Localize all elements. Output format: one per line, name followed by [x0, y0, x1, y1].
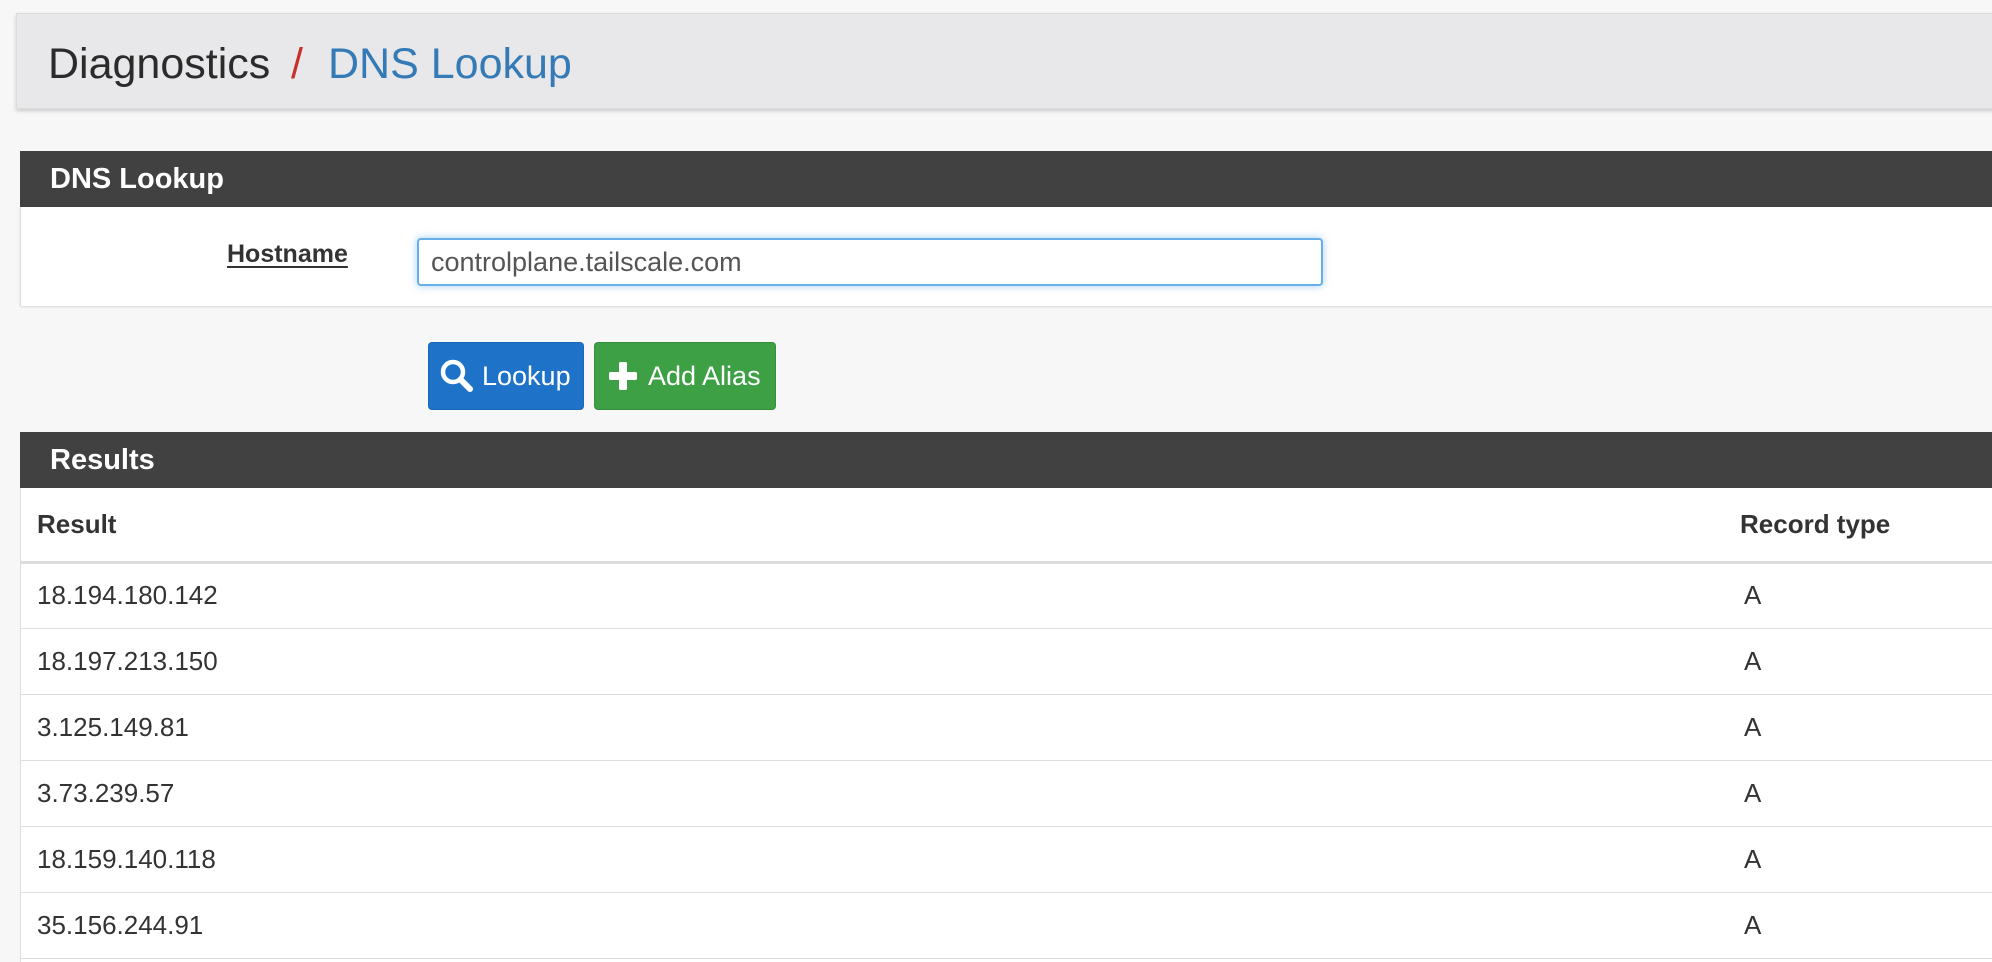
breadcrumb-parent[interactable]: Diagnostics: [48, 38, 270, 90]
table-row: 35.156.244.91 A: [21, 892, 1992, 959]
result-value: 35.156.244.91: [21, 892, 1740, 959]
result-value: 3.73.239.57: [21, 760, 1740, 827]
table-row: 18.159.140.118 A: [21, 826, 1992, 893]
column-header-result: Result: [21, 488, 1740, 564]
results-table: Result Record type 18.194.180.142 A 18.1…: [21, 488, 1992, 959]
add-alias-button[interactable]: Add Alias: [594, 342, 776, 410]
results-panel-body: Result Record type 18.194.180.142 A 18.1…: [20, 488, 1992, 962]
breadcrumb: Diagnostics / DNS Lookup: [16, 13, 1992, 109]
results-header-row: Result Record type: [21, 488, 1992, 564]
column-header-record-type: Record type: [1740, 488, 1992, 564]
lookup-button-label: Lookup: [482, 360, 571, 391]
record-type-value: A: [1740, 628, 1992, 695]
dns-lookup-panel-body: Hostname: [20, 207, 1992, 306]
add-alias-button-label: Add Alias: [648, 360, 761, 391]
table-row: 18.197.213.150 A: [21, 628, 1992, 695]
record-type-value: A: [1740, 892, 1992, 959]
table-row: 3.125.149.81 A: [21, 694, 1992, 761]
results-panel-title: Results: [20, 432, 1992, 488]
breadcrumb-separator: /: [291, 40, 303, 88]
record-type-value: A: [1740, 562, 1992, 629]
dns-lookup-panel-title: DNS Lookup: [20, 151, 1992, 207]
hostname-label: Hostname: [227, 240, 348, 268]
plus-icon: [604, 357, 642, 395]
record-type-value: A: [1740, 826, 1992, 893]
result-value: 18.197.213.150: [21, 628, 1740, 695]
table-row: 18.194.180.142 A: [21, 562, 1992, 629]
search-icon: [438, 357, 476, 395]
record-type-value: A: [1740, 694, 1992, 761]
lookup-button[interactable]: Lookup: [428, 342, 584, 410]
result-value: 18.159.140.118: [21, 826, 1740, 893]
record-type-value: A: [1740, 760, 1992, 827]
table-row: 3.73.239.57 A: [21, 760, 1992, 827]
breadcrumb-current[interactable]: DNS Lookup: [328, 38, 572, 90]
result-value: 3.125.149.81: [21, 694, 1740, 761]
hostname-input[interactable]: [417, 238, 1323, 286]
result-value: 18.194.180.142: [21, 562, 1740, 629]
